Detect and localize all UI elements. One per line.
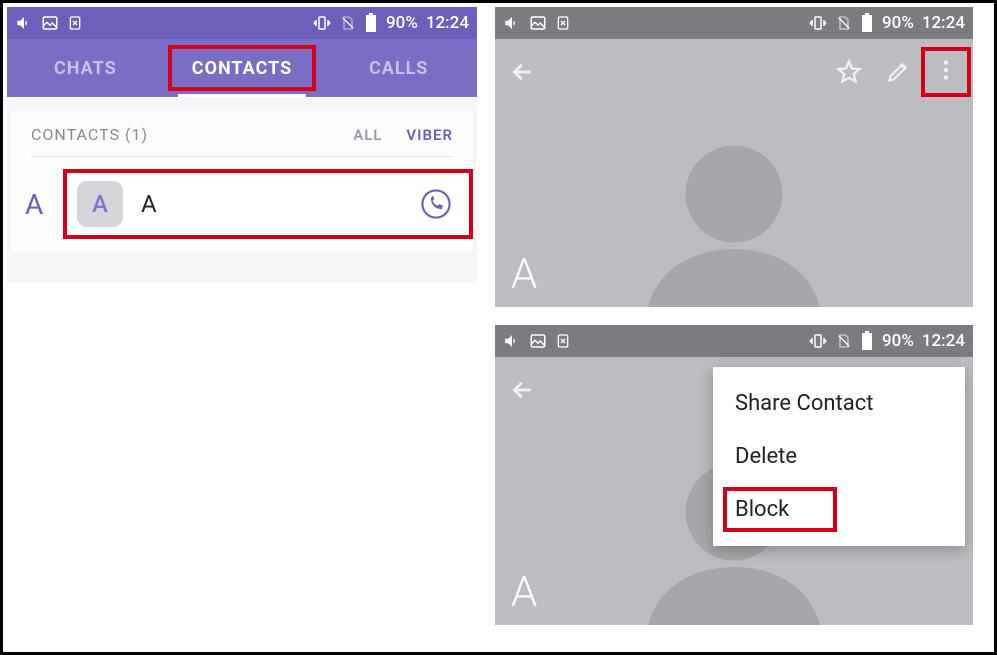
battery-text: 90%	[882, 13, 914, 33]
contacts-pane: CONTACTS (1) ALL VIBER A A A	[7, 97, 477, 283]
menu-share-contact[interactable]: Share Contact	[713, 377, 965, 430]
image-icon	[529, 14, 547, 32]
battery-icon	[364, 13, 378, 33]
sim-x-icon	[67, 14, 83, 32]
contact-name: A	[141, 190, 157, 218]
tab-chats[interactable]: CHATS	[7, 39, 164, 97]
menu-block-label: Block	[735, 497, 789, 522]
volume-icon	[15, 14, 33, 32]
tab-calls[interactable]: CALLS	[320, 39, 477, 97]
image-icon	[529, 332, 547, 350]
volume-icon	[503, 14, 521, 32]
clock-text: 12:24	[922, 13, 965, 33]
battery-icon	[860, 331, 874, 351]
overflow-menu: Share Contact Delete Block	[713, 367, 965, 546]
filter-all[interactable]: ALL	[353, 126, 382, 144]
status-bar: 90% 12:24	[7, 7, 477, 39]
tab-contacts-label: CONTACTS	[192, 58, 292, 79]
status-bar: 90% 12:24	[495, 325, 973, 357]
battery-text: 90%	[386, 13, 418, 33]
menu-delete[interactable]: Delete	[713, 430, 965, 483]
avatar: A	[77, 181, 123, 227]
star-icon[interactable]	[835, 58, 863, 86]
back-icon[interactable]	[509, 377, 535, 403]
sim-x-icon	[555, 332, 571, 350]
no-sim-icon	[836, 332, 852, 350]
highlight-box	[63, 169, 473, 239]
avatar-silhouette-icon	[624, 127, 844, 307]
menu-block[interactable]: Block	[713, 483, 965, 536]
clock-text: 12:24	[922, 331, 965, 351]
contact-letter: A	[511, 568, 537, 617]
contacts-count: CONTACTS (1)	[31, 125, 148, 144]
no-sim-icon	[836, 14, 852, 32]
contact-row[interactable]: A A	[69, 173, 467, 235]
vibrate-icon	[312, 14, 332, 32]
battery-text: 90%	[882, 331, 914, 351]
tab-contacts[interactable]: CONTACTS	[164, 39, 321, 97]
more-icon[interactable]	[933, 57, 959, 83]
back-icon[interactable]	[509, 59, 535, 85]
contact-detail-screen: 90% 12:24 A	[495, 7, 973, 307]
battery-icon	[860, 13, 874, 33]
edit-icon[interactable]	[885, 59, 911, 85]
contact-detail-menu-screen: 90% 12:24 A Share Contact Delete Block	[495, 325, 973, 625]
viber-call-icon[interactable]	[419, 187, 453, 221]
vibrate-icon	[808, 332, 828, 350]
contact-letter: A	[511, 250, 537, 299]
sim-x-icon	[555, 14, 571, 32]
vibrate-icon	[808, 14, 828, 32]
status-bar: 90% 12:24	[495, 7, 973, 39]
section-letter: A	[25, 188, 69, 221]
clock-text: 12:24	[426, 13, 469, 33]
divider	[31, 156, 453, 157]
no-sim-icon	[340, 14, 356, 32]
tabs-bar: CHATS CONTACTS CALLS	[7, 39, 477, 97]
image-icon	[41, 14, 59, 32]
filter-viber[interactable]: VIBER	[406, 126, 453, 144]
volume-icon	[503, 332, 521, 350]
